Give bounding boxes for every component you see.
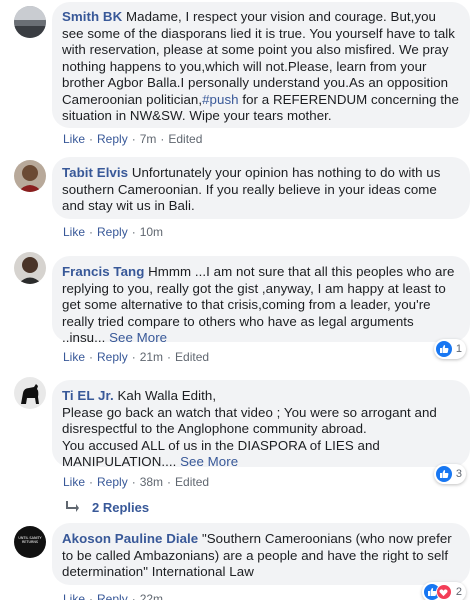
reply-link[interactable]: Reply xyxy=(97,475,128,489)
edited-label[interactable]: Edited xyxy=(168,132,202,146)
avatar[interactable] xyxy=(14,377,46,409)
separator: · xyxy=(131,132,136,146)
separator: · xyxy=(89,475,94,489)
reply-link[interactable]: Reply xyxy=(97,225,128,239)
avatar[interactable] xyxy=(14,252,46,284)
comment-bubble: Ti EL Jr. Kah Walla Edith, Please go bac… xyxy=(52,380,470,469)
comment-thread: Smith BK Madame, I respect your vision a… xyxy=(0,0,476,600)
reply-link[interactable]: Reply xyxy=(97,132,128,146)
separator: · xyxy=(131,350,136,364)
like-icon xyxy=(435,341,452,357)
see-more-link[interactable]: See More xyxy=(109,330,167,345)
comment-bubble: Akoson Pauline Diale "Southern Camerooni… xyxy=(52,523,470,585)
comment-author[interactable]: Smith BK xyxy=(62,9,122,24)
avatar-text: UNTIL SANITY RETURNS xyxy=(18,536,42,544)
see-more-link[interactable]: See More xyxy=(180,454,238,469)
separator: · xyxy=(89,225,94,239)
comment-actions: Like · Reply · 22m xyxy=(63,592,163,600)
comment-author[interactable]: Ti EL Jr. xyxy=(62,388,114,403)
separator: · xyxy=(131,475,136,489)
comment-actions: Like · Reply · 21m · Edited xyxy=(63,350,209,364)
comment-text-line2: Please go back an watch that video ; You… xyxy=(62,404,437,437)
separator: · xyxy=(89,592,94,600)
reaction-count-badge[interactable]: 2 xyxy=(421,582,466,600)
reaction-count: 3 xyxy=(455,468,462,480)
edited-label[interactable]: Edited xyxy=(175,475,209,489)
timestamp[interactable]: 22m xyxy=(140,592,163,600)
like-link[interactable]: Like xyxy=(63,592,85,600)
reaction-count-badge[interactable]: 1 xyxy=(433,339,466,359)
comment-bubble: Tabit Elvis Unfortunately your opinion h… xyxy=(52,157,470,219)
comment-actions: Like · Reply · 38m · Edited xyxy=(63,475,209,489)
avatar[interactable]: UNTIL SANITY RETURNS xyxy=(14,526,46,558)
love-icon xyxy=(435,584,452,600)
timestamp[interactable]: 38m xyxy=(140,475,163,489)
avatar[interactable] xyxy=(14,6,46,38)
like-link[interactable]: Like xyxy=(63,350,85,364)
reaction-count: 1 xyxy=(455,343,462,355)
timestamp[interactable]: 7m xyxy=(140,132,157,146)
avatar[interactable] xyxy=(14,160,46,192)
edited-label[interactable]: Edited xyxy=(175,350,209,364)
hashtag-link[interactable]: #push xyxy=(202,92,238,107)
comment-author[interactable]: Francis Tang xyxy=(62,264,144,279)
timestamp[interactable]: 21m xyxy=(140,350,163,364)
comment-author[interactable]: Akoson Pauline Diale xyxy=(62,531,198,546)
comment-author[interactable]: Tabit Elvis xyxy=(62,165,128,180)
separator: · xyxy=(167,350,172,364)
separator: · xyxy=(167,475,172,489)
like-link[interactable]: Like xyxy=(63,225,85,239)
separator: · xyxy=(131,592,136,600)
like-icon xyxy=(435,466,452,482)
separator: · xyxy=(131,225,136,239)
separator: · xyxy=(89,350,94,364)
replies-count-label[interactable]: 2 Replies xyxy=(92,500,149,515)
comment-actions: Like · Reply · 10m xyxy=(63,225,163,239)
comment-actions: Like · Reply · 7m · Edited xyxy=(63,132,202,146)
separator: · xyxy=(89,132,94,146)
comment-bubble: Francis Tang Hmmm ...I am not sure that … xyxy=(52,256,470,345)
reaction-count: 2 xyxy=(455,586,462,598)
timestamp[interactable]: 10m xyxy=(140,225,163,239)
reply-link[interactable]: Reply xyxy=(97,350,128,364)
comment-bubble: Smith BK Madame, I respect your vision a… xyxy=(52,2,470,128)
like-link[interactable]: Like xyxy=(63,132,85,146)
reply-link[interactable]: Reply xyxy=(97,592,128,600)
like-link[interactable]: Like xyxy=(63,475,85,489)
view-replies-link[interactable]: 2 Replies xyxy=(66,500,149,515)
separator: · xyxy=(160,132,165,146)
reaction-count-badge[interactable]: 3 xyxy=(433,464,466,484)
reply-arrow-icon xyxy=(66,500,80,515)
comment-text: Kah Walla Edith, xyxy=(117,388,217,403)
